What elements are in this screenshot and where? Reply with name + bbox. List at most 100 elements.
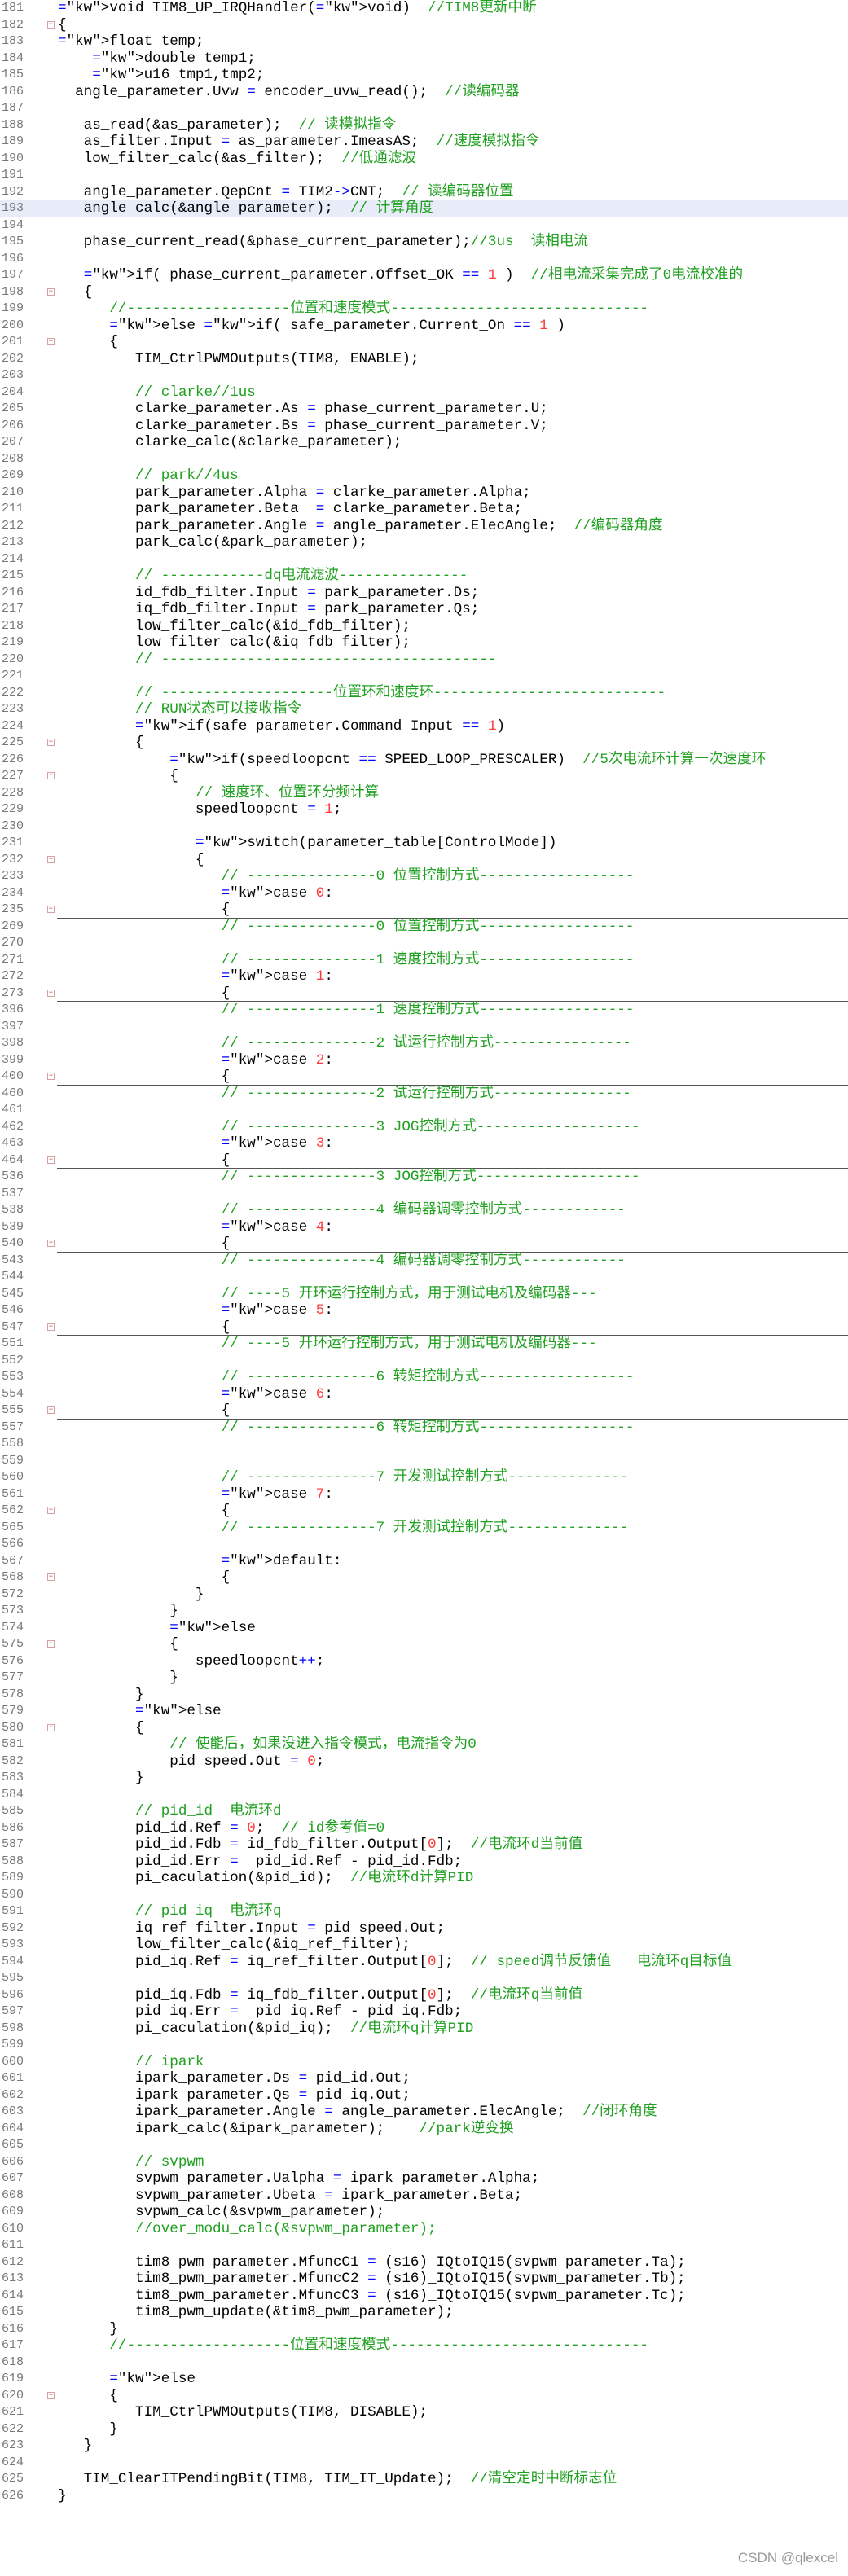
code-line[interactable]: 599 — [0, 2037, 848, 2054]
code-line[interactable]: 618 — [0, 2354, 848, 2372]
code-line[interactable]: 581 // 使能后，如果没进入指令模式，电流指令为0 — [0, 1736, 848, 1753]
code-line[interactable]: 271 // ---------------1 速度控制方式----------… — [0, 952, 848, 969]
code-line[interactable]: 397 — [0, 1019, 848, 1036]
code-line[interactable]: 231 ="kw">switch(parameter_table[Control… — [0, 835, 848, 852]
code-line[interactable]: 235 − { — [0, 902, 848, 919]
code-line[interactable]: 588 pid_id.Err = pid_id.Ref - pid_id.Fdb… — [0, 1854, 848, 1871]
code-line[interactable]: 623 } — [0, 2438, 848, 2455]
code-line[interactable]: 208 — [0, 451, 848, 468]
code-line[interactable]: 223 // RUN状态可以接收指令 — [0, 701, 848, 718]
code-line[interactable]: 187 — [0, 100, 848, 117]
code-line[interactable]: 616 } — [0, 2321, 848, 2338]
code-line[interactable]: 614 tim8_pwm_parameter.MfuncC3 = (s16)_I… — [0, 2288, 848, 2305]
code-line[interactable]: 574 ="kw">else — [0, 1620, 848, 1637]
code-line[interactable]: 186 angle_parameter.Uvw = encoder_uvw_re… — [0, 84, 848, 101]
code-line[interactable]: 214 — [0, 551, 848, 568]
fold-toggle-icon[interactable]: − — [47, 1640, 55, 1648]
code-line[interactable]: 602 ipark_parameter.Qs = pid_iq.Out; — [0, 2087, 848, 2104]
code-line[interactable]: 270 — [0, 935, 848, 952]
code-line[interactable]: 562 − { — [0, 1503, 848, 1520]
fold-toggle-icon[interactable]: − — [47, 1507, 55, 1514]
code-line[interactable]: 217 iq_fdb_filter.Input = park_parameter… — [0, 601, 848, 618]
code-line[interactable]: 600 // ipark — [0, 2054, 848, 2071]
code-line[interactable]: 396 // ---------------1 速度控制方式----------… — [0, 1002, 848, 1019]
code-line[interactable]: 620 − { — [0, 2388, 848, 2405]
code-line[interactable]: 545 // ----5 开环运行控制方式，用于测试电机及编码器--- — [0, 1286, 848, 1303]
code-line[interactable]: 626} — [0, 2488, 848, 2505]
code-line[interactable]: 591 // pid_iq 电流环q — [0, 1903, 848, 1920]
code-line[interactable]: 181 ="kw">void TIM8_UP_IRQHandler(="kw">v… — [0, 0, 848, 17]
code-line[interactable]: 573 } — [0, 1603, 848, 1620]
code-line[interactable]: 583 } — [0, 1770, 848, 1787]
code-line[interactable]: 601 ipark_parameter.Ds = pid_id.Out; — [0, 2070, 848, 2087]
fold-toggle-icon[interactable]: − — [47, 2391, 55, 2399]
fold-toggle-icon[interactable]: − — [47, 1406, 55, 1414]
code-line[interactable]: 222 // --------------------位置环和速度环------… — [0, 685, 848, 702]
code-line[interactable]: 568 − { — [0, 1569, 848, 1586]
fold-toggle-icon[interactable]: − — [47, 855, 55, 863]
code-line[interactable]: 589 pi_caculation(&pid_id); //电流环d计算PID — [0, 1870, 848, 1887]
code-line[interactable]: 230 — [0, 818, 848, 836]
code-line[interactable]: 553 // ---------------6 转矩控制方式----------… — [0, 1369, 848, 1386]
code-line[interactable]: 228 // 速度环、位置环分频计算 — [0, 785, 848, 802]
code-line[interactable]: 211 park_parameter.Beta = clarke_paramet… — [0, 501, 848, 518]
code-line[interactable]: 195 phase_current_read(&phase_current_pa… — [0, 234, 848, 251]
code-line[interactable]: 189 as_filter.Input = as_parameter.Imeas… — [0, 134, 848, 151]
code-line[interactable]: 577 } — [0, 1670, 848, 1687]
code-line[interactable]: 203 — [0, 367, 848, 384]
code-line[interactable]: 572 } — [0, 1586, 848, 1604]
code-line[interactable]: 540 − { — [0, 1235, 848, 1253]
fold-toggle-icon[interactable]: − — [47, 20, 55, 29]
code-line[interactable]: 198 − { — [0, 284, 848, 301]
code-line[interactable]: 199 //-------------------位置和速度模式--------… — [0, 301, 848, 318]
code-line[interactable]: 400 − { — [0, 1069, 848, 1086]
code-line[interactable]: 462 // ---------------3 JOG控制方式---------… — [0, 1119, 848, 1136]
code-line[interactable]: 579 ="kw">else — [0, 1703, 848, 1720]
code-line[interactable]: 594 pid_iq.Ref = iq_ref_filter.Output[0]… — [0, 1954, 848, 1971]
code-line[interactable]: 606 // svpwm — [0, 2154, 848, 2171]
code-line[interactable]: 603 ipark_parameter.Angle = angle_parame… — [0, 2104, 848, 2121]
code-line[interactable]: 206 clarke_parameter.Bs = phase_current_… — [0, 418, 848, 435]
code-line[interactable]: 590 — [0, 1887, 848, 1904]
code-line[interactable]: 233 // ---------------0 位置控制方式----------… — [0, 868, 848, 885]
code-line[interactable]: 539 ="kw">case 4: — [0, 1219, 848, 1236]
code-line[interactable]: 460 // ---------------2 试运行控制方式---------… — [0, 1086, 848, 1103]
code-line[interactable]: 273 − { — [0, 985, 848, 1003]
code-line[interactable]: 544 — [0, 1269, 848, 1286]
code-editor[interactable]: 181 ="kw">void TIM8_UP_IRQHandler(="kw">v… — [0, 0, 848, 2576]
code-line[interactable]: 191 — [0, 167, 848, 184]
fold-toggle-icon[interactable]: − — [47, 739, 55, 746]
code-line[interactable]: 611 — [0, 2237, 848, 2254]
code-line[interactable]: 207 clarke_calc(&clarke_parameter); — [0, 434, 848, 451]
code-line[interactable]: 538 // ---------------4 编码器调零控制方式-------… — [0, 1202, 848, 1219]
code-line[interactable]: 219 low_filter_calc(&iq_fdb_filter); — [0, 634, 848, 652]
code-line[interactable]: 399 ="kw">case 2: — [0, 1052, 848, 1069]
code-line[interactable]: 551 // ----5 开环运行控制方式，用于测试电机及编码器--- — [0, 1336, 848, 1353]
fold-toggle-icon[interactable]: − — [47, 1240, 55, 1247]
code-line[interactable]: 595 — [0, 1970, 848, 1987]
code-line[interactable]: 229 speedloopcnt = 1; — [0, 801, 848, 818]
code-line[interactable]: 234 ="kw">case 0: — [0, 885, 848, 902]
code-line[interactable]: 608 svpwm_parameter.Ubeta = ipark_parame… — [0, 2188, 848, 2205]
code-line[interactable]: 622 } — [0, 2421, 848, 2438]
code-line[interactable]: 463 ="kw">case 3: — [0, 1135, 848, 1152]
fold-toggle-icon[interactable]: − — [47, 338, 55, 345]
code-line[interactable]: 592 iq_ref_filter.Input = pid_speed.Out; — [0, 1920, 848, 1937]
code-line[interactable]: 547 − { — [0, 1319, 848, 1336]
code-line[interactable]: 593 low_filter_calc(&iq_ref_filter); — [0, 1937, 848, 1954]
code-line[interactable]: 575 − { — [0, 1636, 848, 1653]
code-line[interactable]: 182 −{ — [0, 17, 848, 34]
code-line[interactable]: 201 − { — [0, 334, 848, 351]
code-line[interactable]: 617 //-------------------位置和速度模式--------… — [0, 2337, 848, 2354]
code-line[interactable]: 624 — [0, 2455, 848, 2472]
code-line[interactable]: 605 — [0, 2137, 848, 2154]
code-line[interactable]: 582 pid_speed.Out = 0; — [0, 1753, 848, 1771]
code-line[interactable]: 565 // ---------------7 开发测试控制方式--------… — [0, 1520, 848, 1537]
code-line[interactable]: 560 // ---------------7 开发测试控制方式--------… — [0, 1469, 848, 1486]
code-line[interactable]: 184 ="kw">double temp1; — [0, 50, 848, 68]
code-line[interactable]: 221 — [0, 668, 848, 685]
code-line[interactable]: 578 } — [0, 1687, 848, 1704]
code-line[interactable]: 613 tim8_pwm_parameter.MfuncC2 = (s16)_I… — [0, 2271, 848, 2288]
code-line[interactable]: 220 // ---------------------------------… — [0, 652, 848, 669]
code-line[interactable]: 205 clarke_parameter.As = phase_current_… — [0, 401, 848, 418]
